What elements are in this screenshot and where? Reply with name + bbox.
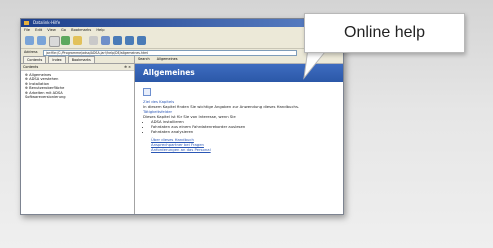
window-title: Datalink-Hilfe bbox=[33, 20, 61, 25]
tab-index[interactable]: Index bbox=[48, 56, 66, 63]
nav-tabs: Contents Index Bookmarks bbox=[21, 56, 134, 64]
app-icon bbox=[24, 21, 29, 25]
address-label: Address bbox=[24, 50, 38, 54]
pane-header: Contents ⊕ × bbox=[21, 64, 134, 71]
zoom-reset-icon[interactable] bbox=[137, 36, 146, 45]
toolbar bbox=[21, 34, 343, 49]
topic-tab[interactable]: Allgemeines bbox=[157, 57, 178, 61]
menu-go[interactable]: Go bbox=[61, 28, 66, 32]
task-list: ADSA installieren Fahrdaten aus einem Fa… bbox=[143, 119, 335, 134]
topic-content: Ziel des Kapitels In diesem Kapitel find… bbox=[135, 82, 343, 156]
menu-bookmarks[interactable]: Bookmarks bbox=[71, 28, 91, 32]
tree-item[interactable]: Softwareversionierung bbox=[25, 95, 134, 99]
menu-help[interactable]: Help bbox=[96, 28, 104, 32]
topic-icon bbox=[143, 88, 151, 96]
forward-icon[interactable] bbox=[37, 36, 46, 45]
find-icon[interactable] bbox=[101, 36, 110, 45]
callout-label: Online help bbox=[344, 24, 425, 41]
task-item: Fahrdaten analysieren bbox=[151, 129, 335, 134]
related-links: Über dieses Handbuch Ansprechpartner bei… bbox=[143, 137, 335, 152]
zoom-out-icon[interactable] bbox=[125, 36, 134, 45]
navigation-pane: Contents Index Bookmarks Contents ⊕ × ⊕ … bbox=[21, 56, 135, 214]
help-window: Datalink-Hilfe File Edit View Go Bookmar… bbox=[20, 18, 344, 215]
title-bar: Datalink-Hilfe bbox=[21, 19, 343, 27]
menu-edit[interactable]: Edit bbox=[35, 28, 42, 32]
stop-icon[interactable] bbox=[49, 36, 60, 47]
tab-contents[interactable]: Contents bbox=[23, 56, 47, 63]
home-icon[interactable] bbox=[73, 36, 82, 45]
back-icon[interactable] bbox=[25, 36, 34, 45]
pane-controls[interactable]: ⊕ × bbox=[124, 64, 131, 70]
menu-file[interactable]: File bbox=[24, 28, 30, 32]
contents-tree: ⊕ Allgemeines ⊕ ADSA verstehen ⊕ Install… bbox=[21, 71, 134, 99]
tab-bookmarks[interactable]: Bookmarks bbox=[67, 56, 95, 63]
online-help-callout: Online help bbox=[304, 13, 465, 53]
zoom-in-icon[interactable] bbox=[113, 36, 122, 45]
print-icon[interactable] bbox=[89, 36, 98, 45]
link-staff-requirements[interactable]: Anforderungen an das Personal bbox=[151, 147, 335, 152]
menu-bar: File Edit View Go Bookmarks Help bbox=[21, 27, 343, 34]
pane-header-label: Contents bbox=[23, 65, 39, 69]
refresh-icon[interactable] bbox=[61, 36, 70, 45]
menu-view[interactable]: View bbox=[47, 28, 56, 32]
search-tab[interactable]: Search bbox=[138, 57, 150, 61]
